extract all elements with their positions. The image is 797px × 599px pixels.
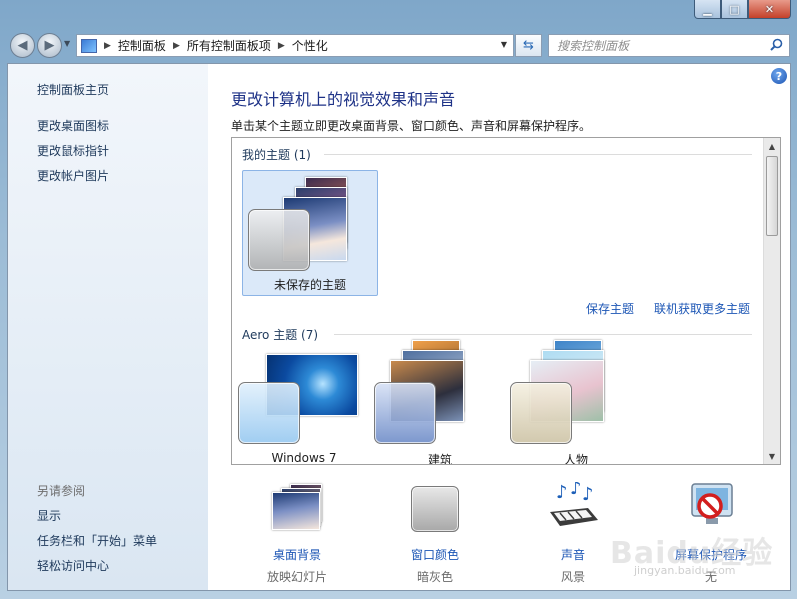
recent-pages-dropdown-icon[interactable]: ▼ bbox=[64, 39, 70, 48]
chevron-right-icon[interactable]: ▶ bbox=[173, 41, 180, 51]
see-also-heading: 另请参阅 bbox=[37, 484, 86, 498]
window-color-swatch bbox=[374, 382, 436, 444]
theme-name: 人物 bbox=[563, 453, 588, 465]
chevron-right-icon[interactable]: ▶ bbox=[278, 41, 285, 51]
window-color-icon bbox=[411, 486, 459, 532]
sounds-icon: ♪ ♪ ♪ bbox=[550, 482, 598, 526]
sidebar-link-mouse-pointers[interactable]: 更改鼠标指针 bbox=[37, 142, 109, 159]
close-button[interactable]: ✕ bbox=[748, 0, 791, 19]
window-color-swatch bbox=[248, 209, 310, 271]
page-title: 更改计算机上的视觉效果和声音 bbox=[231, 90, 456, 109]
theme-unsaved[interactable]: 未保存的主题 bbox=[242, 170, 378, 296]
sidebar-link-control-panel-home[interactable]: 控制面板主页 bbox=[37, 81, 109, 98]
watermark-url: jingyan.baidu.com bbox=[634, 564, 736, 577]
back-arrow-icon: ◀ bbox=[17, 38, 28, 53]
chevron-right-icon[interactable]: ▶ bbox=[104, 41, 111, 51]
window-color-setting[interactable]: 窗口颜色 暗灰色 bbox=[380, 482, 490, 584]
svg-text:♪: ♪ bbox=[582, 484, 594, 505]
maximize-icon: □ bbox=[729, 2, 740, 16]
minimize-icon: ▁ bbox=[703, 2, 712, 16]
desktop-background-setting[interactable]: 桌面背景 放映幻灯片 bbox=[242, 482, 352, 584]
content-area: 控制面板主页 更改桌面图标 更改鼠标指针 更改帐户图片 另请参阅 显示 任务栏和… bbox=[7, 63, 791, 591]
theme-name: 建筑 bbox=[427, 453, 452, 465]
sidebar-link-taskbar-start-menu[interactable]: 任务栏和「开始」菜单 bbox=[37, 532, 157, 549]
theme-links: 保存主题 联机获取更多主题 bbox=[586, 300, 750, 317]
svg-text:♪: ♪ bbox=[570, 482, 582, 499]
window-color-swatch bbox=[510, 382, 572, 444]
save-theme-link[interactable]: 保存主题 bbox=[586, 300, 634, 317]
group-title-aero-themes: Aero 主题 (7) bbox=[242, 328, 319, 342]
caption-buttons: ▁ □ ✕ bbox=[694, 0, 791, 19]
scroll-down-icon[interactable]: ▼ bbox=[764, 448, 780, 464]
theme-name: Windows 7 bbox=[271, 451, 337, 465]
refresh-button[interactable]: ⇆ bbox=[515, 34, 542, 57]
close-icon: ✕ bbox=[764, 2, 775, 16]
window-color-label[interactable]: 窗口颜色 bbox=[380, 546, 490, 563]
address-dropdown-icon[interactable]: ▼ bbox=[501, 40, 507, 49]
breadcrumb-all-items[interactable]: 所有控制面板项 bbox=[187, 37, 271, 54]
title-bar: ▁ □ ✕ bbox=[0, 0, 797, 30]
help-button[interactable]: ? bbox=[771, 68, 787, 84]
search-icon[interactable] bbox=[770, 38, 783, 51]
desktop-background-value: 放映幻灯片 bbox=[266, 570, 327, 584]
theme-architecture[interactable]: 建筑 bbox=[372, 340, 508, 465]
get-more-themes-link[interactable]: 联机获取更多主题 bbox=[654, 300, 750, 317]
scroll-thumb[interactable] bbox=[766, 156, 778, 236]
themes-scrollbar[interactable]: ▲ ▼ bbox=[763, 138, 780, 464]
control-panel-icon bbox=[81, 38, 97, 53]
theme-characters[interactable]: 人物 bbox=[508, 340, 644, 465]
scroll-up-icon[interactable]: ▲ bbox=[764, 138, 780, 154]
window-color-value: 暗灰色 bbox=[416, 570, 453, 584]
maximize-button[interactable]: □ bbox=[721, 0, 748, 19]
desktop-background-icon bbox=[272, 484, 324, 530]
forward-arrow-icon: ▶ bbox=[44, 38, 55, 53]
svg-text:♪: ♪ bbox=[556, 482, 568, 503]
help-icon: ? bbox=[775, 69, 783, 83]
task-pane: 控制面板主页 更改桌面图标 更改鼠标指针 更改帐户图片 另请参阅 显示 任务栏和… bbox=[8, 64, 208, 590]
sidebar-link-ease-of-access[interactable]: 轻松访问中心 bbox=[37, 557, 109, 574]
search-input[interactable] bbox=[549, 35, 759, 56]
group-divider bbox=[324, 154, 752, 155]
themes-list: 我的主题 (1) 未保存的主题 保存主题 联机获取更多主题 Aero 主题 (7… bbox=[231, 137, 781, 465]
address-bar[interactable]: ▶ 控制面板 ▶ 所有控制面板项 ▶ 个性化 ▼ bbox=[76, 34, 514, 57]
search-box[interactable] bbox=[548, 34, 790, 57]
minimize-button[interactable]: ▁ bbox=[694, 0, 721, 19]
group-title-my-themes: 我的主题 (1) bbox=[242, 148, 311, 162]
sidebar-link-desktop-icons[interactable]: 更改桌面图标 bbox=[37, 117, 109, 134]
refresh-icon: ⇆ bbox=[523, 38, 534, 53]
theme-name: 未保存的主题 bbox=[273, 278, 346, 292]
desktop-background-label[interactable]: 桌面背景 bbox=[242, 546, 352, 563]
breadcrumb-control-panel[interactable]: 控制面板 bbox=[118, 37, 166, 54]
navigation-bar: ◀ ▶ ▼ ▶ 控制面板 ▶ 所有控制面板项 ▶ 个性化 ▼ ⇆ bbox=[0, 30, 797, 62]
window-color-swatch bbox=[238, 382, 300, 444]
forward-button[interactable]: ▶ bbox=[37, 33, 62, 58]
sidebar-link-account-picture[interactable]: 更改帐户图片 bbox=[37, 167, 109, 184]
theme-windows-7[interactable]: Windows 7 bbox=[236, 348, 372, 465]
page-description: 单击某个主题立即更改桌面背景、窗口颜色、声音和屏幕保护程序。 bbox=[231, 119, 592, 133]
breadcrumb-personalization[interactable]: 个性化 bbox=[292, 37, 328, 54]
back-button[interactable]: ◀ bbox=[10, 33, 35, 58]
screen-saver-icon bbox=[691, 483, 733, 524]
group-divider bbox=[334, 334, 752, 335]
sidebar-link-display[interactable]: 显示 bbox=[37, 507, 61, 524]
main-pane: ? 更改计算机上的视觉效果和声音 单击某个主题立即更改桌面背景、窗口颜色、声音和… bbox=[208, 64, 790, 590]
